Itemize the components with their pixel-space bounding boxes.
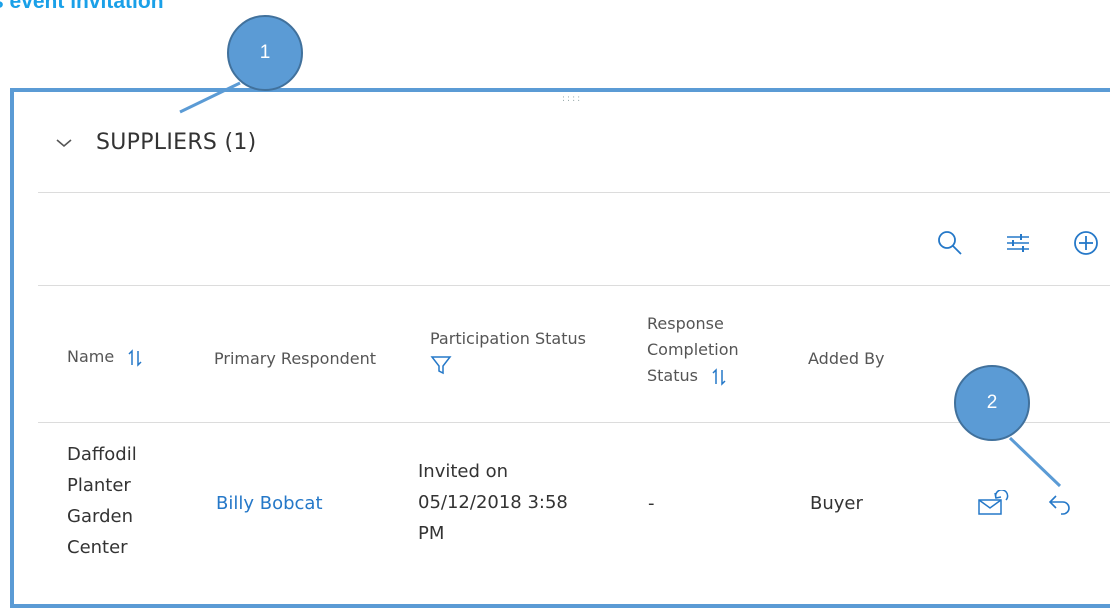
callout-2: 2 [954,365,1030,441]
callout-leader-lines [179,81,1062,488]
callout-1: 1 [227,15,303,91]
